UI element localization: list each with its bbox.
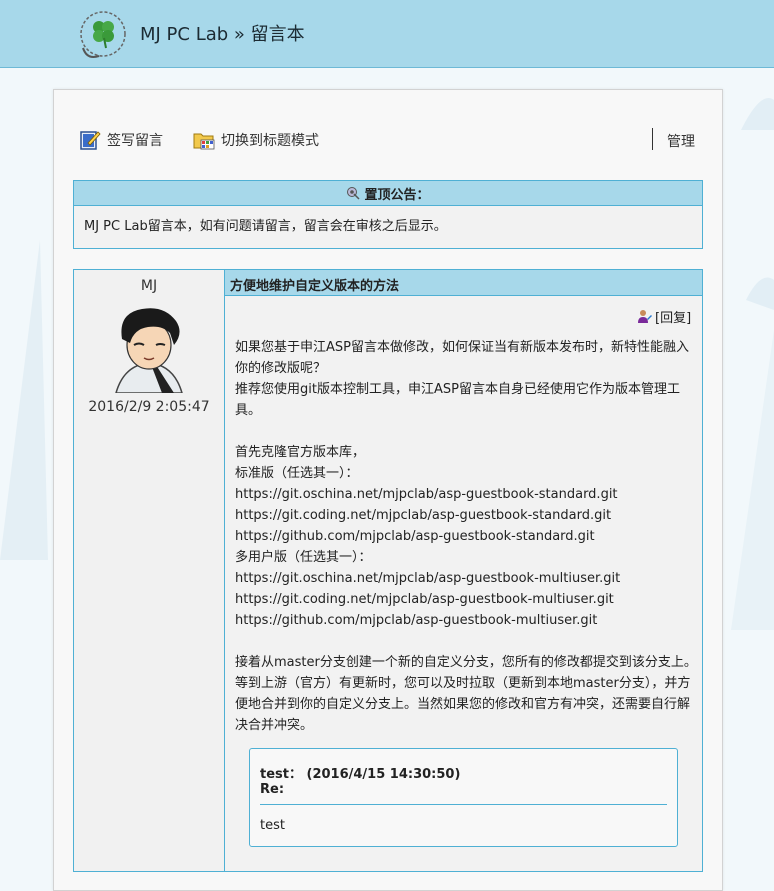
post-content: 如果您基于申江ASP留言本做修改，如何保证当有新版本发布时，新特性能融入你的修改… [235, 340, 697, 733]
switch-mode-icon [193, 133, 215, 150]
post-author-panel: MJ 2016/2/9 2:05:47 [74, 270, 225, 871]
background-decoration-right [731, 98, 774, 630]
notice-heading: 置顶公告： [364, 187, 430, 203]
background-decoration-left [0, 240, 48, 560]
site-logo[interactable] [77, 8, 129, 60]
switch-title-mode-button[interactable]: 切换到标题模式 [193, 129, 319, 151]
reply-button[interactable]: [回复] [637, 307, 691, 326]
reply-divider [260, 804, 667, 805]
notice-body: MJ PC Lab留言本，如有问题请留言，留言会在审核之后显示。 [84, 219, 447, 234]
post-date: 2016/2/9 2:05:47 [88, 399, 210, 415]
reply-label: [回复] [655, 311, 692, 326]
pinned-notice: 置顶公告： MJ PC Lab留言本，如有问题请留言，留言会在审核之后显示。 [73, 180, 703, 249]
admin-reply-box: test： (2016/4/15 14:30:50) Re: test [249, 748, 678, 847]
guestbook-post: MJ 2016/2/9 2:05:47 方便地维护自定义版本的方法 [回复] 如… [73, 269, 703, 872]
admin-link[interactable]: 管理 [667, 131, 695, 151]
switch-mode-label: 切换到标题模式 [221, 133, 319, 149]
avatar [104, 303, 194, 393]
post-title: 方便地维护自定义版本的方法 [230, 279, 400, 294]
site-header: MJ PC Lab » 留言本 [0, 0, 774, 68]
notice-header: 置顶公告： [74, 181, 702, 206]
reply-text: test [260, 818, 285, 833]
site-title: MJ PC Lab » 留言本 [140, 24, 305, 45]
reply-user-icon [638, 309, 652, 323]
write-message-label: 签写留言 [107, 133, 163, 149]
pin-icon [347, 187, 361, 200]
toolbar-divider [652, 128, 653, 150]
reply-re-label: Re: [260, 782, 285, 797]
post-title-bar: 方便地维护自定义版本的方法 [225, 270, 702, 296]
write-message-button[interactable]: 签写留言 [79, 129, 163, 151]
write-message-icon [80, 131, 101, 150]
post-author: MJ [140, 278, 158, 294]
reply-user-line: test： (2016/4/15 14:30:50) [260, 767, 461, 782]
